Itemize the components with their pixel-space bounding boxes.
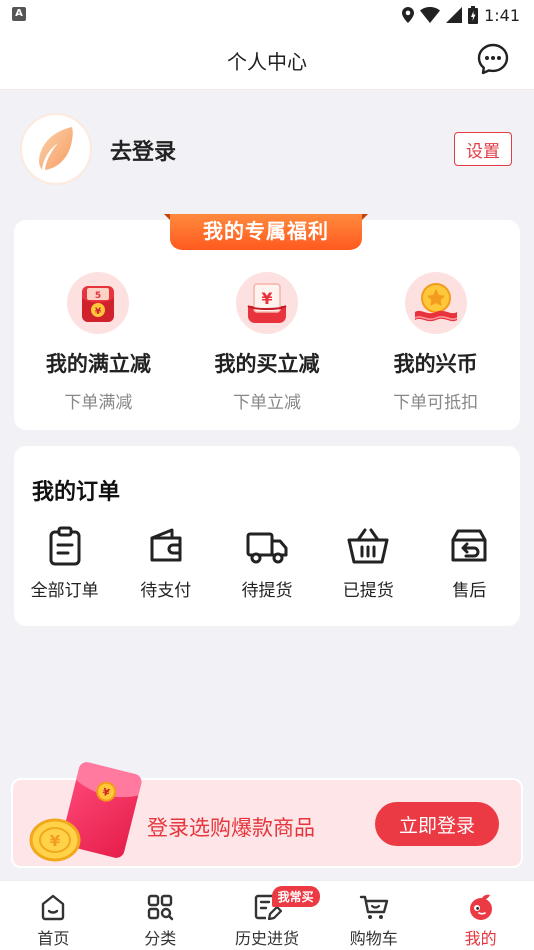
category-grid-icon	[147, 894, 174, 921]
order-item-unpaid[interactable]: 待支付	[115, 526, 216, 601]
svg-text:¥: ¥	[261, 289, 272, 308]
svg-text:¥: ¥	[95, 307, 102, 317]
status-bar: A 1:41	[0, 0, 534, 30]
login-link[interactable]: 去登录	[110, 134, 176, 166]
tab-profile[interactable]: 我的	[427, 881, 534, 950]
benefit-item-coins[interactable]: 我的兴币 下单可抵扣	[351, 272, 520, 413]
basket-icon	[347, 528, 389, 564]
benefit-title: 我的满立减	[45, 352, 151, 376]
order-item-all[interactable]: 全部订单	[14, 526, 115, 601]
battery-icon	[468, 6, 479, 24]
tab-category[interactable]: 分类	[107, 881, 214, 950]
order-label: 待支付	[140, 581, 192, 601]
benefit-subtitle: 下单立减	[233, 393, 301, 413]
order-item-after-sales[interactable]: 售后	[419, 526, 520, 601]
cart-icon	[359, 895, 388, 919]
home-icon	[42, 894, 65, 921]
gold-coin-icon	[404, 272, 467, 334]
clipboard-icon	[49, 526, 81, 566]
tab-label: 历史进货	[234, 929, 299, 948]
frequent-buy-badge: 我常买	[271, 886, 320, 907]
tab-label: 首页	[37, 929, 70, 948]
promo-text: 登录选购爆款商品	[147, 816, 315, 840]
order-item-picked-up[interactable]: 已提货	[318, 526, 419, 601]
orders-card: 我的订单 全部订单 待支付 待提货 已提货 售后	[14, 446, 520, 626]
login-promo-banner: ¥ ¥ 登录选购爆款商品 立即登录	[11, 762, 523, 868]
tab-cart[interactable]: 购物车	[320, 881, 427, 950]
truck-icon	[246, 532, 288, 564]
wallet-icon	[150, 528, 182, 562]
leaf-avatar-icon	[39, 127, 73, 170]
yen-coupon-icon: ¥	[236, 272, 298, 334]
status-time: 1:41	[484, 5, 520, 25]
tab-home[interactable]: 首页	[0, 881, 107, 950]
red-envelope-coin-icon: ¥ ¥	[29, 762, 142, 862]
status-icons: 1:41	[402, 5, 520, 25]
orders-list: 全部订单 待支付 待提货 已提货 售后	[14, 526, 520, 601]
tab-label: 购物车	[349, 929, 398, 948]
svg-text:5: 5	[95, 291, 101, 301]
order-label: 售后	[452, 581, 487, 601]
benefit-subtitle: 下单满减	[64, 393, 133, 413]
order-label: 全部订单	[30, 581, 99, 601]
return-box-icon	[451, 529, 487, 562]
benefit-title: 我的兴币	[393, 352, 478, 376]
avatar[interactable]	[20, 113, 92, 185]
benefit-title: 我的买立减	[214, 352, 320, 376]
benefit-item-full-reduction[interactable]: 5 ¥ 我的满立减 下单满减	[14, 272, 183, 413]
location-icon	[402, 7, 415, 23]
order-label: 已提货	[342, 581, 394, 601]
login-now-button[interactable]: 立即登录	[375, 802, 499, 846]
page-header: 个人中心	[0, 30, 534, 90]
tab-label: 我的	[464, 929, 497, 948]
red-envelope-icon: 5 ¥	[67, 272, 130, 334]
notification-a-icon: A	[12, 7, 26, 21]
settings-button[interactable]: 设置	[454, 132, 512, 166]
wifi-icon	[420, 7, 441, 23]
svg-text:¥: ¥	[50, 832, 61, 850]
bottom-tab-bar: 首页 分类 我常买 历史进货 购物车 我的	[0, 880, 534, 950]
tab-label: 分类	[144, 929, 177, 948]
benefit-subtitle: 下单可抵扣	[393, 393, 479, 413]
message-chat-icon[interactable]	[476, 42, 510, 76]
profile-mascot-icon	[469, 894, 492, 920]
benefits-banner-text: 我的专属福利	[203, 219, 329, 243]
tab-purchase-history[interactable]: 我常买 历史进货	[214, 881, 321, 950]
orders-title: 我的订单	[32, 480, 121, 505]
signal-icon	[446, 7, 463, 23]
order-item-pickup-pending[interactable]: 待提货	[216, 526, 317, 601]
benefit-item-instant-discount[interactable]: ¥ 我的买立减 下单立减	[183, 272, 352, 413]
benefits-list: 5 ¥ 我的满立减 下单满减 ¥ 我的买立减 下单立减 我的兴币 下单可抵扣	[14, 272, 520, 413]
user-profile-row: 去登录 设置	[0, 108, 534, 188]
page-title: 个人中心	[227, 50, 307, 74]
order-label: 待提货	[241, 581, 293, 601]
benefits-banner: 我的专属福利	[164, 214, 368, 252]
benefits-card: 我的专属福利 5 ¥ 我的满立减 下单满减 ¥ 我的买立减 下单立减 我的兴币 …	[14, 214, 520, 430]
